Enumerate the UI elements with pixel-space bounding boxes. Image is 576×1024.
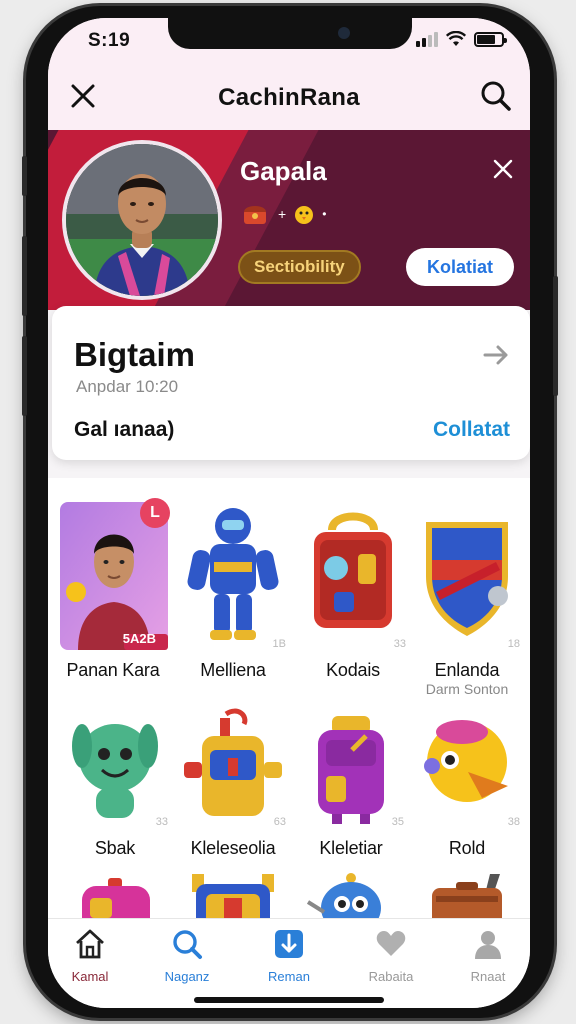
item-label: Kleletiar [319,838,383,858]
battery-icon [474,32,507,47]
grid-item[interactable] [292,872,410,918]
info-card[interactable]: Bigtaim Anpdar 10:20 Gal ıanaa) Collatat [52,306,530,460]
grid-item[interactable]: 33 Kodais [294,500,412,700]
page-title: CachinRana [218,84,360,111]
tab-home[interactable]: Kamal [48,927,138,984]
robot-icon: 1B [178,500,288,652]
collectibles-grid: L 5A2B Panan Kara 1B Melliena 33 Kodais … [48,478,530,918]
player-card-thumb: L 5A2B [58,498,170,652]
reaction-icons: + • [242,202,326,226]
item-label: Panan Kara [66,660,160,680]
treasure-chest-icon [244,206,266,224]
status-icons [416,31,507,47]
card-subtitle: Anpdar 10:20 [76,377,179,396]
home-indicator[interactable] [194,997,384,1003]
grid-item[interactable] [408,872,526,918]
item-badge: 33 [393,638,406,650]
item-sublabel: Darm Sonton [425,681,509,697]
search-icon [173,930,202,959]
item-label: Sbak [94,838,136,858]
tab-search[interactable]: Naganz [139,927,235,984]
signal-icon [416,32,438,47]
grid-item[interactable] [174,872,292,918]
item-badge: 63 [273,816,286,828]
tab-label: Rabaita [368,969,414,984]
status-badge[interactable]: Sectiobility [238,250,361,284]
bottom-tab-bar: Kamal Naganz Reman Rabaita Rnaat [48,918,530,1008]
notch [168,18,412,49]
console-icon [178,872,288,918]
item-label: Melliena [200,660,266,680]
grid-item[interactable]: 18 Enlanda Darm Sonton [408,500,526,700]
tab-label: Naganz [164,969,210,984]
front-camera [338,27,350,39]
app-header: CachinRana [48,64,530,130]
heart-icon [376,931,406,956]
duck-icon: 38 [412,706,522,830]
profile-icon [475,931,501,959]
item-badge: 38 [507,816,520,828]
item-label: Kleleseolia [190,838,276,858]
item-label: Enlanda [434,660,500,680]
card-corner-badge: L [140,498,170,528]
grid-item[interactable] [56,872,174,918]
profile-hero: Gapala + • Sectiobility Kolatiat [48,130,530,310]
robot-head-icon [296,872,406,918]
suitcase-icon [412,872,522,918]
pink-machine-icon [60,872,170,918]
item-badge: 18 [507,638,520,650]
tab-download[interactable]: Reman [241,927,337,984]
grid-item[interactable]: L 5A2B Panan Kara [54,498,172,700]
search-icon[interactable] [480,80,512,112]
tab-profile[interactable]: Rnaat [440,927,530,984]
status-time: S:19 [88,30,131,51]
locker-icon: 33 [298,500,408,652]
card-label: Gal ıanaa) [74,418,175,441]
item-badge: 33 [155,816,168,828]
plus-icon: + [278,206,287,222]
power-button [22,336,27,416]
arrow-right-icon[interactable] [482,344,510,366]
item-badge: 35 [391,816,404,828]
grid-item[interactable]: 1B Melliena [174,500,292,700]
wifi-icon [446,31,466,46]
close-icon[interactable] [492,158,514,180]
card-heading: Bigtaim [74,336,196,373]
sparkle-icon: • [322,207,327,221]
player-avatar[interactable] [62,140,222,300]
side-button [553,276,558,396]
phone-screen: S:19 CachinRana Gapala + • Sectiobility … [48,18,530,1008]
download-icon [275,930,303,958]
tab-label: Kamal [71,969,109,984]
shield-icon: 18 [412,500,522,652]
backpack-icon: 35 [296,706,406,830]
chick-icon [295,206,314,224]
volume-up-button [22,156,27,196]
collect-link[interactable]: Collatat [433,418,510,442]
player-name: Gapala [240,156,327,186]
tab-label: Reman [268,969,310,984]
alien-icon: 33 [60,706,170,830]
volume-down-button [22,236,27,316]
item-badge: 1B [272,638,286,650]
home-icon [76,929,104,959]
tab-favorites[interactable]: Rabaita [343,927,439,984]
item-label: Kodais [326,660,380,680]
card-rating: 5A2B [122,631,156,646]
arcade-machine-icon: 63 [178,706,288,830]
collect-button[interactable]: Kolatiat [406,248,514,286]
tab-label: Rnaat [470,969,506,984]
item-label: Rold [448,838,486,858]
